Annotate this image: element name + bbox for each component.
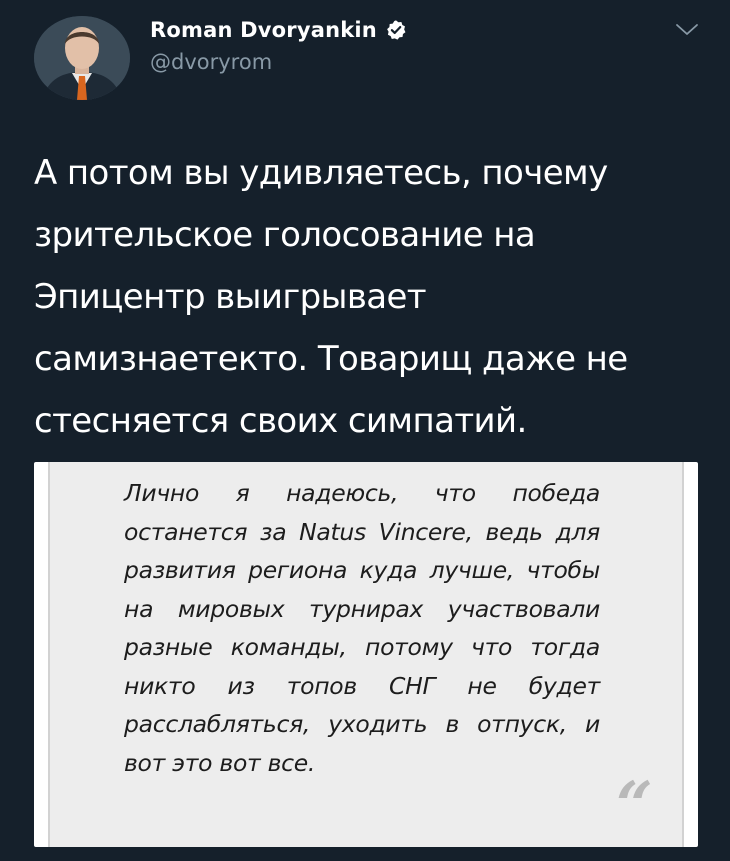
quote-card: Лично я надеюсь, что победа останется за… [48, 462, 684, 847]
chevron-down-icon[interactable] [674, 20, 700, 40]
author-info: Roman Dvoryankin @dvoryrom [150, 16, 407, 74]
display-name[interactable]: Roman Dvoryankin [150, 18, 377, 42]
handle[interactable]: @dvoryrom [150, 50, 407, 74]
tweet-header: Roman Dvoryankin @dvoryrom [34, 16, 714, 100]
tweet-media-image[interactable]: Лично я надеюсь, что победа останется за… [34, 462, 698, 847]
tweet-card: Roman Dvoryankin @dvoryrom А потом вы уд… [0, 0, 730, 861]
tweet-text: А потом вы удивляетесь, почему зрительск… [34, 153, 628, 441]
verified-badge-icon [387, 20, 406, 40]
quote-mark-icon: “ [616, 768, 653, 843]
avatar-photo [34, 16, 130, 100]
avatar[interactable] [34, 16, 130, 100]
display-name-row: Roman Dvoryankin [150, 16, 407, 44]
quote-text: Лично я надеюсь, что победа останется за… [124, 479, 600, 777]
